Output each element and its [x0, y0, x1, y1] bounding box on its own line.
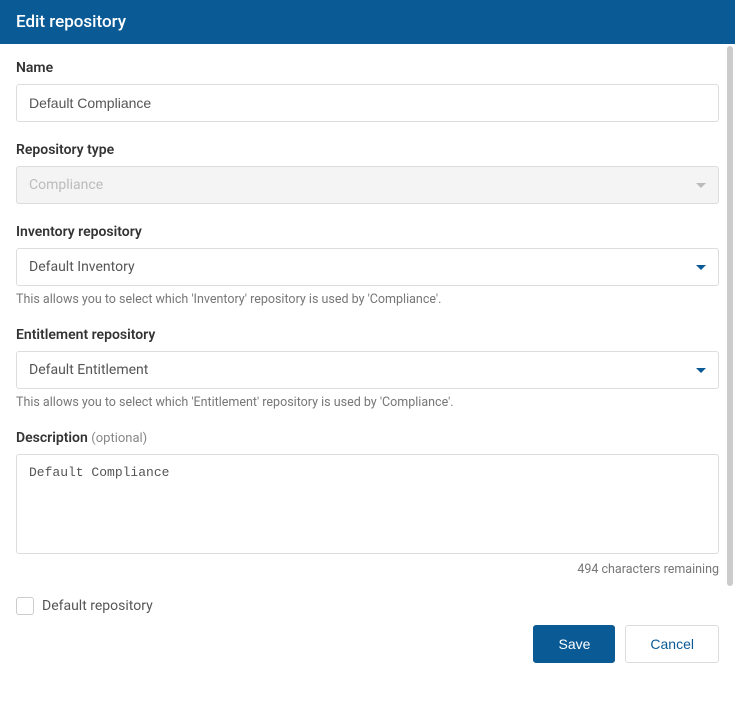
entitlement-repository-select[interactable]: Default Entitlement	[16, 351, 719, 389]
name-label: Name	[16, 60, 719, 76]
dialog-content: Name Repository type Compliance Inventor…	[0, 44, 735, 724]
repository-type-select: Compliance	[16, 166, 719, 204]
entitlement-repository-display[interactable]: Default Entitlement	[16, 351, 719, 389]
entitlement-repository-group: Entitlement repository Default Entitleme…	[16, 327, 719, 410]
inventory-repository-value: Default Inventory	[29, 259, 135, 275]
entitlement-repository-value: Default Entitlement	[29, 362, 148, 378]
inventory-repository-select[interactable]: Default Inventory	[16, 248, 719, 286]
description-label-text: Description	[16, 430, 88, 446]
save-button[interactable]: Save	[533, 625, 615, 663]
entitlement-repository-help: This allows you to select which 'Entitle…	[16, 395, 719, 410]
button-row: Save Cancel	[16, 625, 719, 663]
dialog-title: Edit repository	[16, 12, 126, 32]
description-counter: 494 characters remaining	[16, 562, 719, 577]
repository-type-value: Compliance	[29, 177, 103, 193]
default-repo-label: Default repository	[42, 598, 153, 614]
description-optional: (optional)	[91, 431, 147, 446]
dialog-header: Edit repository	[0, 0, 735, 44]
chevron-down-icon	[696, 265, 706, 270]
scrollbar[interactable]	[727, 46, 733, 586]
description-textarea[interactable]	[16, 454, 719, 554]
repository-type-label: Repository type	[16, 142, 719, 158]
entitlement-repository-label: Entitlement repository	[16, 327, 719, 343]
chevron-down-icon	[696, 368, 706, 373]
chevron-down-icon	[696, 183, 706, 188]
name-input[interactable]	[16, 84, 719, 122]
repository-type-group: Repository type Compliance	[16, 142, 719, 204]
default-repo-row: Default repository	[16, 597, 719, 615]
inventory-repository-group: Inventory repository Default Inventory T…	[16, 224, 719, 307]
default-repo-checkbox[interactable]	[16, 597, 34, 615]
inventory-repository-display[interactable]: Default Inventory	[16, 248, 719, 286]
inventory-repository-help: This allows you to select which 'Invento…	[16, 292, 719, 307]
cancel-button[interactable]: Cancel	[625, 625, 719, 663]
name-group: Name	[16, 60, 719, 122]
repository-type-display: Compliance	[16, 166, 719, 204]
description-label: Description (optional)	[16, 430, 719, 446]
description-group: Description (optional) 494 characters re…	[16, 430, 719, 577]
inventory-repository-label: Inventory repository	[16, 224, 719, 240]
